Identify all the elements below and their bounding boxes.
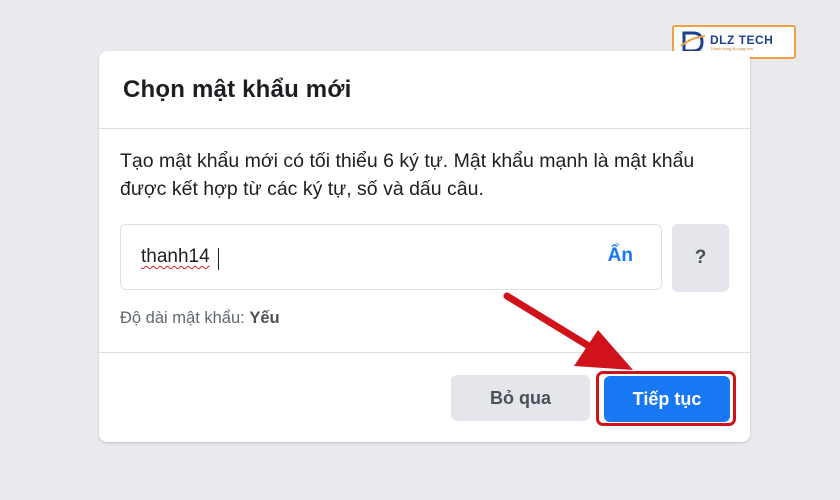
annotation-arrow-icon	[503, 292, 633, 370]
